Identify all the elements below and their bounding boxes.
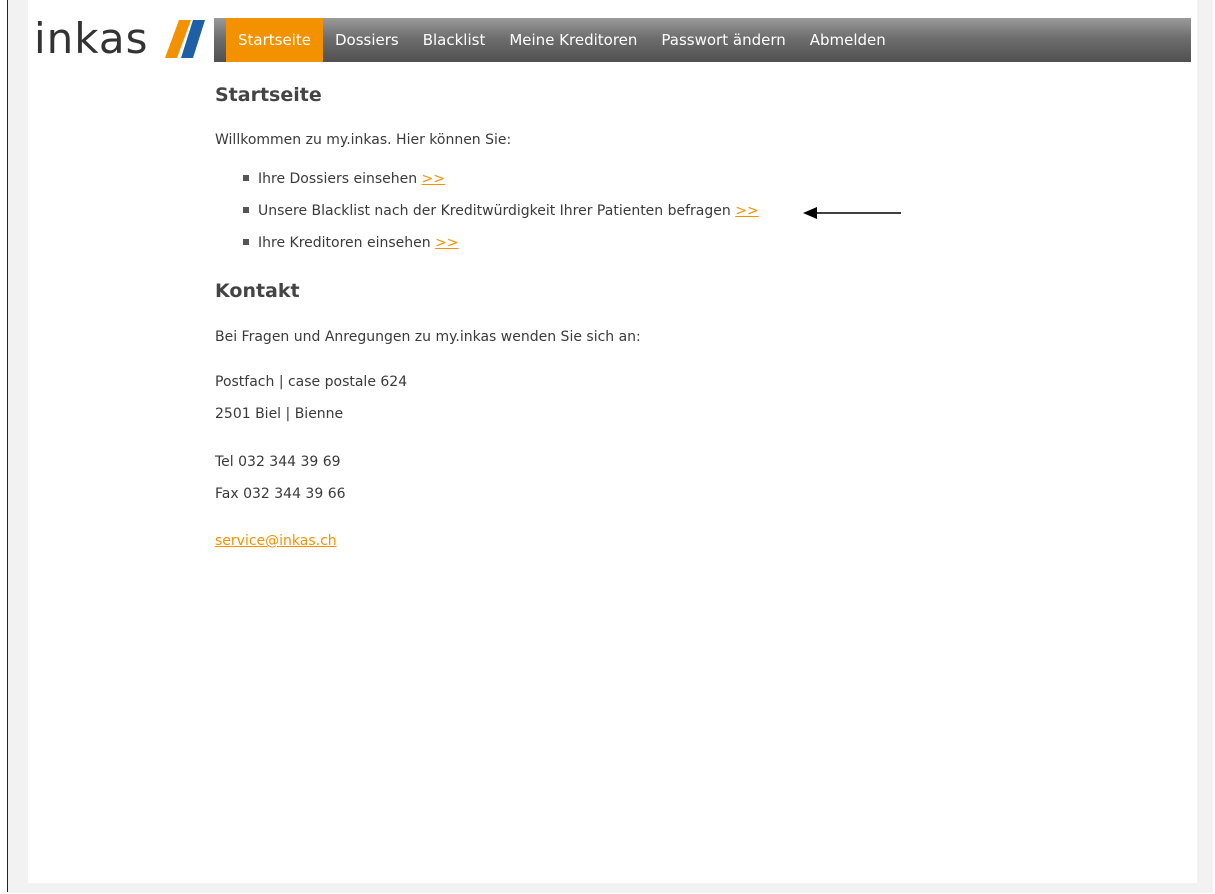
list-item-text: Unsere Blacklist nach der Kreditwürdigke… [258, 203, 731, 219]
contact-title: Kontakt [215, 280, 300, 302]
blacklist-more-link[interactable]: >> [735, 203, 758, 219]
logo-text: inkas [34, 14, 149, 63]
bullet-icon [243, 207, 249, 213]
nav-passwort-aendern[interactable]: Passwort ändern [649, 18, 797, 62]
bullet-icon [243, 175, 249, 181]
bullet-icon [243, 239, 249, 245]
dossiers-more-link[interactable]: >> [422, 171, 445, 187]
address-line-2: 2501 Biel | Bienne [215, 406, 344, 422]
inkas-logo[interactable]: inkas [34, 14, 205, 64]
email-link[interactable]: service@inkas.ch [215, 533, 337, 549]
nav-blacklist[interactable]: Blacklist [411, 18, 498, 62]
main-navigation: Startseite Dossiers Blacklist Meine Kred… [214, 18, 1191, 62]
page-frame [7, 0, 1213, 892]
nav-dossiers[interactable]: Dossiers [323, 18, 411, 62]
list-item-dossiers: Ihre Dossiers einsehen >> [243, 171, 445, 187]
right-scroll-gutter [1197, 0, 1213, 893]
contact-intro: Bei Fragen und Anregungen zu my.inkas we… [215, 329, 641, 345]
list-item-blacklist: Unsere Blacklist nach der Kreditwürdigke… [243, 203, 759, 219]
fax-number: Fax 032 344 39 66 [215, 486, 346, 502]
nav-abmelden[interactable]: Abmelden [798, 18, 898, 62]
list-item-text: Ihre Dossiers einsehen [258, 171, 418, 187]
page-title: Startseite [215, 84, 322, 106]
list-item-text: Ihre Kreditoren einsehen [258, 235, 431, 251]
kreditoren-more-link[interactable]: >> [435, 235, 458, 251]
phone-number: Tel 032 344 39 69 [215, 454, 341, 470]
arrow-pointer-icon [803, 207, 901, 219]
nav-startseite[interactable]: Startseite [226, 18, 323, 62]
left-gutter [8, 0, 28, 893]
list-item-kreditoren: Ihre Kreditoren einsehen >> [243, 235, 459, 251]
bottom-gutter [8, 883, 1212, 893]
nav-meine-kreditoren[interactable]: Meine Kreditoren [497, 18, 649, 62]
logo-slash-icon [164, 20, 205, 58]
address-line-1: Postfach | case postale 624 [215, 374, 408, 390]
welcome-text: Willkommen zu my.inkas. Hier können Sie: [215, 132, 512, 148]
